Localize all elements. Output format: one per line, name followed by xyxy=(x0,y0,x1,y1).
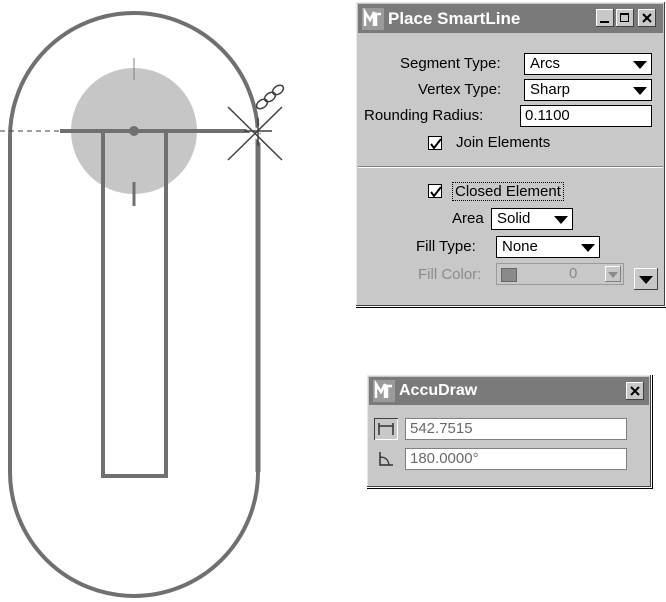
area-label: Area xyxy=(452,210,484,227)
title-bar[interactable]: AccuDraw xyxy=(369,377,649,405)
chevron-down-icon xyxy=(581,244,595,252)
chevron-down-icon xyxy=(633,61,647,69)
distance-input[interactable]: 542.7515 xyxy=(405,418,627,440)
angle-input[interactable]: 180.0000° xyxy=(405,448,627,470)
fill-type-dropdown[interactable]: None xyxy=(496,236,600,258)
angle-value: 180.0000° xyxy=(410,450,479,467)
chevron-down-icon xyxy=(554,216,568,224)
closed-element-checkbox[interactable] xyxy=(428,184,442,198)
segment-type-label: Segment Type: xyxy=(400,55,501,72)
distance-icon xyxy=(378,423,394,435)
dialog-title: AccuDraw xyxy=(399,382,478,399)
dialog-title: Place SmartLine xyxy=(388,9,521,28)
rounding-radius-label: Rounding Radius: xyxy=(364,107,484,124)
join-elements-checkbox[interactable] xyxy=(428,136,442,150)
fill-type-label: Fill Type: xyxy=(416,238,476,255)
fill-color-dropdown[interactable]: 0 xyxy=(496,263,624,285)
distance-lock-button[interactable] xyxy=(374,418,398,440)
checkmark-icon xyxy=(430,186,442,198)
angle-icon xyxy=(379,452,393,466)
vertex-type-label: Vertex Type: xyxy=(418,81,502,98)
closed-element-label: Closed Element xyxy=(452,182,564,201)
rounding-radius-input[interactable]: 0.1100 xyxy=(520,105,652,127)
segment-type-dropdown[interactable]: Arcs xyxy=(524,53,652,75)
vertex-type-value: Sharp xyxy=(530,81,571,98)
section-divider xyxy=(358,166,663,168)
minimize-button[interactable] xyxy=(596,9,614,27)
fill-type-value: None xyxy=(502,238,538,255)
chevron-down-icon xyxy=(633,87,647,95)
rounding-radius-value: 0.1100 xyxy=(525,107,570,124)
fill-color-label: Fill Color: xyxy=(418,266,482,283)
minimize-icon xyxy=(600,21,609,23)
close-button[interactable] xyxy=(638,9,656,27)
close-button[interactable] xyxy=(626,382,644,400)
vertex-type-dropdown[interactable]: Sharp xyxy=(524,79,652,101)
close-icon xyxy=(642,13,652,23)
close-icon xyxy=(630,386,640,396)
fill-color-value: 0 xyxy=(569,265,578,282)
compass-origin xyxy=(129,126,139,136)
area-value: Solid xyxy=(497,210,531,227)
microstation-logo-icon xyxy=(373,380,395,402)
color-swatch xyxy=(501,268,517,282)
checkmark-icon xyxy=(430,138,442,150)
maximize-button[interactable] xyxy=(616,9,634,27)
chevron-down-icon xyxy=(639,276,653,284)
segment-type-value: Arcs xyxy=(530,55,560,72)
distance-value: 542.7515 xyxy=(410,420,473,437)
accudraw-dialog: AccuDraw 542.7515 180.0000° xyxy=(366,374,652,488)
microstation-logo-icon xyxy=(362,8,384,30)
join-elements-label: Join Elements xyxy=(456,134,551,151)
chevron-down-icon xyxy=(605,266,621,282)
angle-lock-button[interactable] xyxy=(374,448,398,470)
maximize-icon xyxy=(620,13,629,22)
expand-button[interactable] xyxy=(634,268,658,290)
area-dropdown[interactable]: Solid xyxy=(491,208,573,230)
place-smartline-dialog: Place SmartLine Segment Type: Arcs Verte… xyxy=(355,1,666,307)
title-bar[interactable]: Place SmartLine xyxy=(358,4,663,33)
